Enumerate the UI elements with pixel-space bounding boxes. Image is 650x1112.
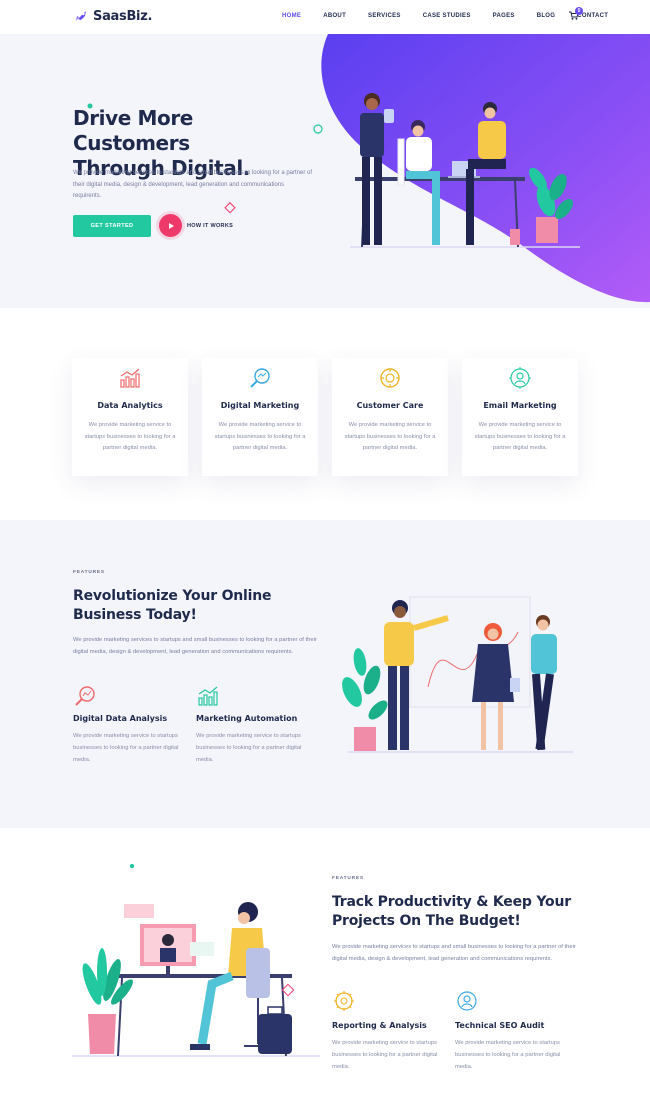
- how-it-works-link[interactable]: HOW IT WORKS: [187, 223, 233, 229]
- nav-item-contact[interactable]: CONTACT: [577, 13, 608, 19]
- service-card-desc: We provide marketing service to startups…: [344, 422, 436, 451]
- service-card-data-analytics[interactable]: Data Analytics We provide marketing serv…: [72, 358, 188, 476]
- feature-item-title: Marketing Automation: [196, 714, 298, 723]
- feature-item-desc: We provide marketing service to startups…: [196, 733, 302, 763]
- features-eyebrow: FEATURES: [332, 876, 364, 881]
- feature-item-desc: We provide marketing service to startups…: [332, 1040, 438, 1070]
- rocket-logo-icon: [76, 11, 86, 21]
- brand-logo[interactable]: SaasBiz.: [73, 8, 152, 24]
- features-section-1: FEATURES Revolutionize Your Online Busin…: [0, 520, 650, 828]
- feature-item-desc: We provide marketing service to startups…: [455, 1040, 561, 1070]
- play-icon: [168, 222, 174, 229]
- feature-item-desc: We provide marketing service to startups…: [73, 733, 179, 763]
- features-title-line2: Projects On The Budget!: [332, 913, 521, 929]
- features-section-2: FEATURES Track Productivity & Keep Your …: [0, 828, 650, 1112]
- service-card-title: Digital Marketing: [220, 401, 300, 410]
- feature-item-title: Digital Data Analysis: [73, 714, 168, 723]
- nav-item-blog[interactable]: BLOG: [537, 13, 556, 19]
- feature-item-title: Technical SEO Audit: [455, 1021, 545, 1030]
- automation-chart-icon: [198, 686, 218, 706]
- presentation-illustration: [342, 596, 573, 753]
- get-started-button[interactable]: GET STARTED: [73, 215, 151, 237]
- brand-name: SaasBiz.: [93, 8, 153, 24]
- user-target-icon: [509, 367, 531, 389]
- service-card-email-marketing[interactable]: Email Marketing We provide marketing ser…: [462, 358, 578, 476]
- features-title-line2: Business Today!: [73, 607, 197, 623]
- nav-item-pages[interactable]: PAGES: [493, 13, 515, 19]
- top-navbar: SaasBiz. HOME ABOUT SERVICES CASE STUDIE…: [0, 0, 650, 34]
- hero-title-line1: Drive More Customers: [73, 106, 193, 155]
- service-card-digital-marketing[interactable]: Digital Marketing We provide marketing s…: [202, 358, 318, 476]
- nav-item-case-studies[interactable]: CASE STUDIES: [423, 13, 471, 19]
- nav-item-about[interactable]: ABOUT: [323, 13, 346, 19]
- nav-item-home[interactable]: HOME: [282, 13, 301, 19]
- cart-count-badge: 0: [575, 7, 583, 15]
- features-description: We provide marketing services to startup…: [73, 637, 317, 655]
- service-card-desc: We provide marketing service to startups…: [214, 422, 306, 451]
- play-video-button[interactable]: [159, 214, 182, 237]
- feature-item-title: Reporting & Analysis: [332, 1021, 427, 1030]
- bar-chart-icon: [120, 368, 140, 388]
- services-section: Data Analytics We provide marketing serv…: [0, 308, 650, 520]
- seo-audit-icon: [457, 991, 477, 1011]
- video-call-illustration: [72, 864, 320, 1057]
- features-title-line1: Revolutionize Your Online: [73, 588, 272, 604]
- service-card-desc: We provide marketing service to startups…: [474, 422, 566, 451]
- service-card-customer-care[interactable]: Customer Care We provide marketing servi…: [332, 358, 448, 476]
- data-analysis-icon: [75, 686, 95, 706]
- hero-team-illustration: [350, 93, 580, 248]
- hero-section: Drive More Customers Through Digital. We…: [0, 34, 650, 308]
- magnifier-icon: [250, 368, 270, 388]
- features-title-line1: Track Productivity & Keep Your: [332, 894, 571, 910]
- hero-description: We provide marketing services to startup…: [73, 170, 313, 199]
- features-description: We provide marketing services to startup…: [332, 944, 576, 962]
- reporting-icon: [334, 991, 354, 1011]
- service-card-title: Data Analytics: [97, 401, 163, 410]
- service-card-title: Customer Care: [356, 401, 424, 410]
- nav-item-services[interactable]: SERVICES: [368, 13, 401, 19]
- service-card-desc: We provide marketing service to startups…: [84, 422, 176, 451]
- features-title: Track Productivity & Keep Your Projects …: [332, 893, 632, 931]
- service-card-title: Email Marketing: [483, 401, 557, 410]
- gear-badge-icon: [380, 368, 400, 388]
- features-eyebrow: FEATURES: [73, 570, 105, 575]
- features-title: Revolutionize Your Online Business Today…: [73, 587, 333, 625]
